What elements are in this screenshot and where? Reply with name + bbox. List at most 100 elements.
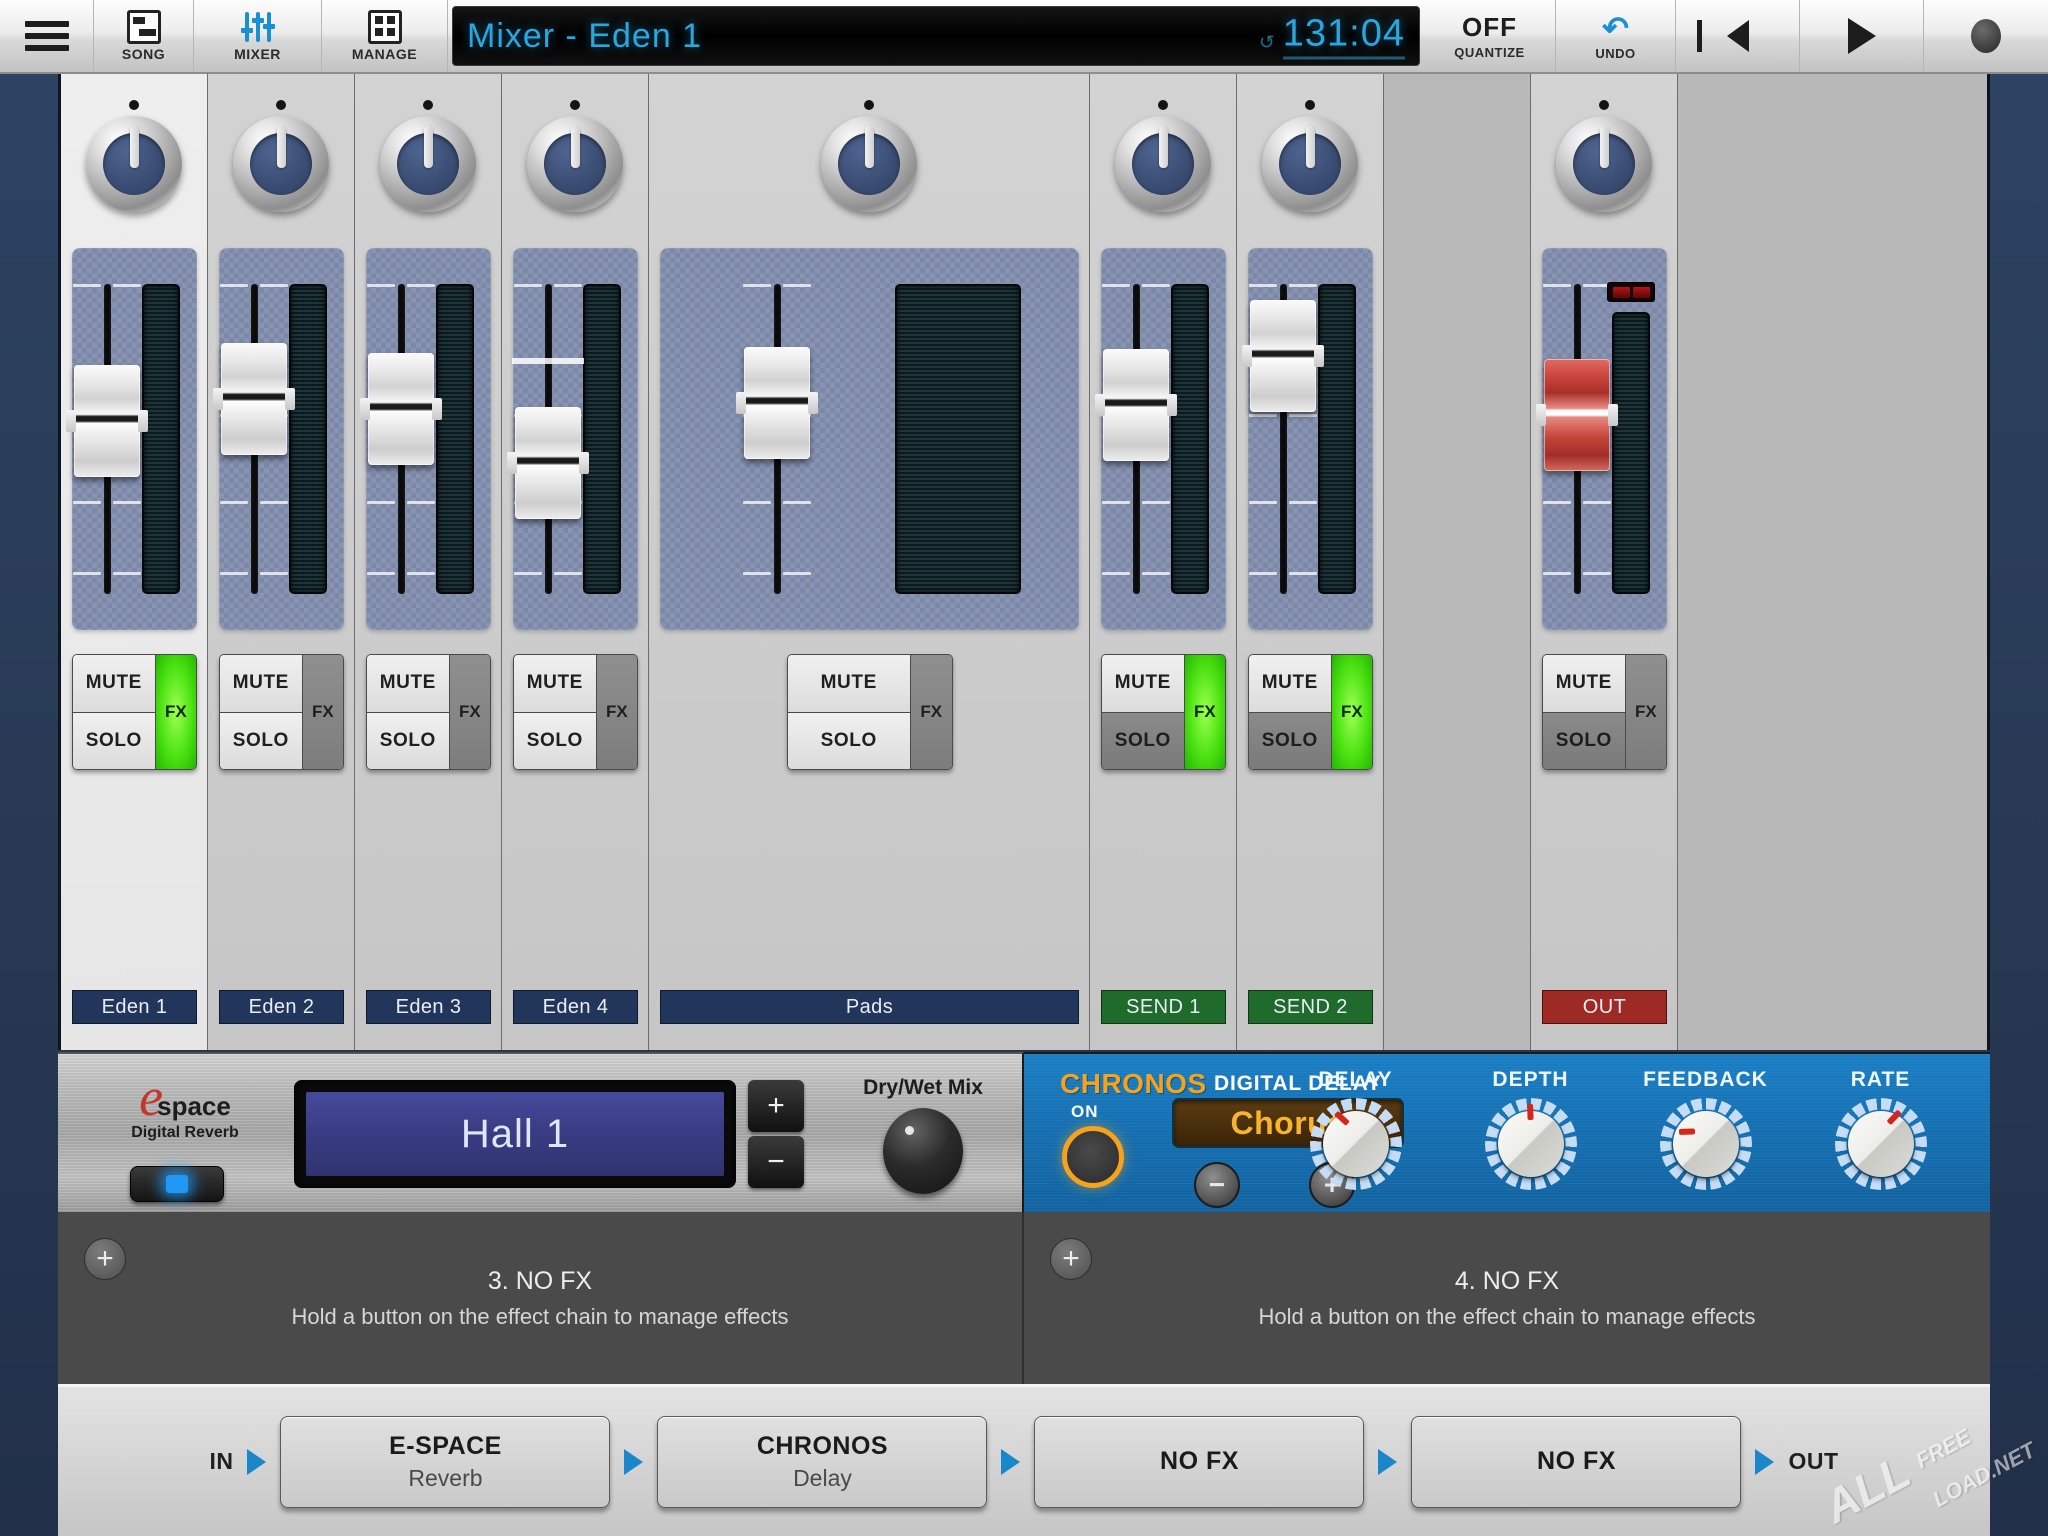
pan-knob[interactable] [380, 116, 476, 212]
pan-center-dot-icon [570, 100, 580, 110]
mute-button[interactable]: MUTE [367, 655, 449, 712]
fader-scale-tick [1102, 501, 1130, 504]
chain-slot-button[interactable]: CHRONOSDelay [657, 1416, 987, 1508]
pan-knob-pointer [277, 126, 286, 168]
channel-strip[interactable]: MUTESOLOFX Pads [649, 74, 1090, 1050]
solo-button[interactable]: SOLO [1102, 712, 1184, 769]
espace-preset-stepper: + − [748, 1080, 804, 1188]
channel-strip[interactable]: MUTESOLOFX SEND 2 [1237, 74, 1384, 1050]
manage-button[interactable]: MANAGE [322, 0, 448, 72]
fx-button[interactable]: FX [1184, 655, 1225, 769]
fader-handle[interactable] [1103, 349, 1169, 461]
pan-knob[interactable] [527, 116, 623, 212]
mute-button[interactable]: MUTE [1249, 655, 1331, 712]
pan-knob[interactable] [86, 116, 182, 212]
empty-effect-slot[interactable]: +3. NO FXHold a button on the effect cha… [58, 1212, 1024, 1384]
empty-effect-slot[interactable]: +4. NO FXHold a button on the effect cha… [1024, 1212, 1990, 1384]
chain-slot-button[interactable]: NO FX [1411, 1416, 1741, 1508]
transport-display[interactable]: Mixer - Eden 1 ↺ 131:04 [452, 6, 1420, 66]
channel-strip[interactable]: MUTESOLOFX OUT [1531, 74, 1678, 1050]
record-button[interactable] [1924, 0, 2048, 72]
channel-strip[interactable]: MUTESOLOFX SEND 1 [1090, 74, 1237, 1050]
add-effect-icon[interactable]: + [1050, 1238, 1092, 1280]
fader-handle[interactable] [1250, 300, 1316, 412]
pan-knob[interactable] [1556, 116, 1652, 212]
pan-knob[interactable] [233, 116, 329, 212]
fader-handle[interactable] [515, 407, 581, 519]
pan-knob[interactable] [821, 116, 917, 212]
fx-button[interactable]: FX [910, 655, 952, 769]
espace-preset-decrement[interactable]: − [748, 1136, 804, 1188]
espace-subtitle: Digital Reverb [110, 1124, 260, 1142]
chronos-knob-cap [1673, 1111, 1739, 1177]
pan-center-dot-icon [423, 100, 433, 110]
mute-button[interactable]: MUTE [1102, 655, 1184, 712]
mute-button[interactable]: MUTE [73, 655, 155, 712]
chain-slot-button[interactable]: NO FX [1034, 1416, 1364, 1508]
channel-name-label[interactable]: Eden 3 [366, 990, 491, 1024]
chronos-power-button[interactable] [1062, 1126, 1124, 1188]
solo-button[interactable]: SOLO [73, 712, 155, 769]
mixer-button[interactable]: MIXER [194, 0, 322, 72]
fx-button[interactable]: FX [302, 655, 343, 769]
chronos-delay-panel: CHRONOS DIGITAL DELAY ON Chorus − + DELA… [1024, 1052, 1990, 1212]
chronos-knob-control[interactable] [1835, 1098, 1927, 1190]
rewind-button[interactable] [1676, 0, 1800, 72]
solo-button[interactable]: SOLO [1249, 712, 1331, 769]
add-effect-icon[interactable]: + [84, 1238, 126, 1280]
undo-button[interactable]: ↶ UNDO [1556, 0, 1676, 72]
channel-name-label[interactable]: Pads [660, 990, 1079, 1024]
mute-button[interactable]: MUTE [514, 655, 596, 712]
solo-button[interactable]: SOLO [514, 712, 596, 769]
chronos-preset-decrement[interactable]: − [1194, 1162, 1240, 1208]
espace-logo-space: space [157, 1091, 231, 1121]
channel-name-label[interactable]: SEND 2 [1248, 990, 1373, 1024]
mute-button[interactable]: MUTE [788, 655, 911, 712]
channel-name-label[interactable]: Eden 4 [513, 990, 638, 1024]
fader-handle[interactable] [744, 347, 810, 459]
chronos-knob-control[interactable] [1660, 1098, 1752, 1190]
channel-strip[interactable]: MUTESOLOFX Eden 4 [502, 74, 649, 1050]
fader-handle[interactable] [368, 353, 434, 465]
fader-handle[interactable] [1544, 359, 1610, 471]
espace-reverb-panel: espace Digital Reverb Hall 1 + − Dry/Wet… [58, 1052, 1024, 1212]
fader-scale-tick [783, 284, 811, 287]
quantize-label: QUANTIZE [1454, 45, 1524, 60]
song-button[interactable]: SONG [94, 0, 194, 72]
solo-button[interactable]: SOLO [788, 712, 911, 769]
solo-button[interactable]: SOLO [367, 712, 449, 769]
channel-name-label[interactable]: Eden 1 [72, 990, 197, 1024]
fader-handle[interactable] [221, 343, 287, 455]
fx-button[interactable]: FX [596, 655, 637, 769]
fader-scale-tick [1289, 284, 1317, 287]
channel-name-label[interactable]: OUT [1542, 990, 1667, 1024]
pan-knob[interactable] [1115, 116, 1211, 212]
solo-button[interactable]: SOLO [1543, 712, 1625, 769]
channel-strip[interactable]: MUTESOLOFX Eden 2 [208, 74, 355, 1050]
quantize-button[interactable]: OFF QUANTIZE [1424, 0, 1556, 72]
menu-button[interactable] [0, 0, 94, 72]
espace-drywet-knob[interactable] [883, 1108, 963, 1194]
solo-button[interactable]: SOLO [220, 712, 302, 769]
mute-button[interactable]: MUTE [220, 655, 302, 712]
chronos-knob-control[interactable] [1310, 1098, 1402, 1190]
play-button[interactable] [1800, 0, 1924, 72]
espace-preset-increment[interactable]: + [748, 1080, 804, 1132]
channel-name-label[interactable]: SEND 1 [1101, 990, 1226, 1024]
channel-strip[interactable]: MUTESOLOFX Eden 3 [355, 74, 502, 1050]
chronos-brand: CHRONOS [1060, 1068, 1207, 1100]
fx-button[interactable]: FX [1331, 655, 1372, 769]
chain-slot-button[interactable]: E-SPACEReverb [280, 1416, 610, 1508]
channel-strip[interactable]: MUTESOLOFX Eden 1 [61, 74, 208, 1050]
channel-buttons: MUTESOLOFX [72, 654, 197, 770]
chronos-knob-control[interactable] [1485, 1098, 1577, 1190]
fader-handle[interactable] [74, 365, 140, 477]
channel-name-label[interactable]: Eden 2 [219, 990, 344, 1024]
pan-knob[interactable] [1262, 116, 1358, 212]
espace-power-button[interactable] [130, 1166, 224, 1202]
fx-button[interactable]: FX [449, 655, 490, 769]
fx-button[interactable]: FX [155, 655, 196, 769]
mute-button[interactable]: MUTE [1543, 655, 1625, 712]
level-meter [289, 284, 327, 594]
fx-button[interactable]: FX [1625, 655, 1666, 769]
